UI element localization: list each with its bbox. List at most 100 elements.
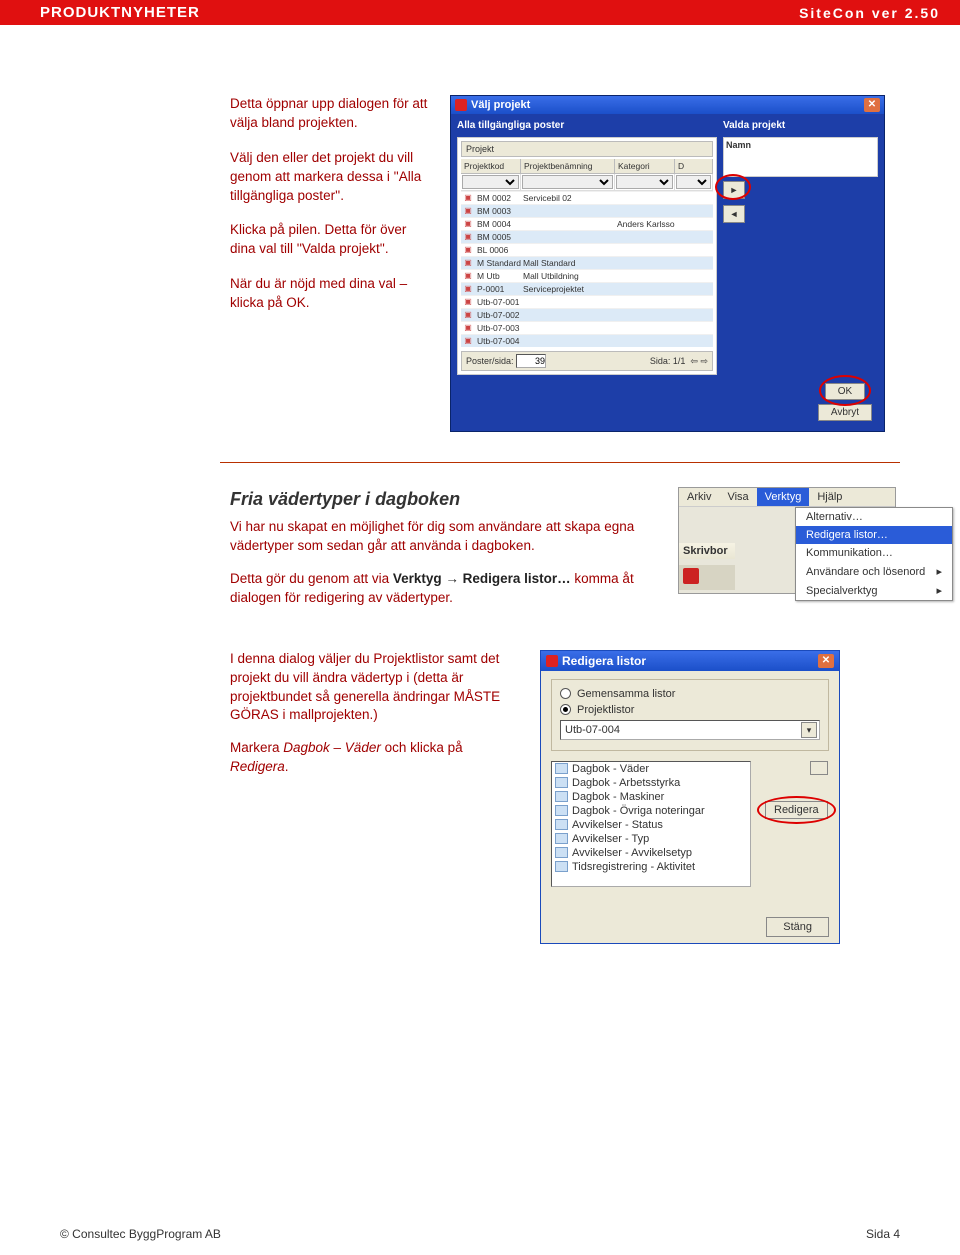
table-row[interactable]: ▣BM 0005 — [461, 230, 713, 243]
footer-right: Sida 4 — [866, 1227, 900, 1241]
dialog-titlebar: Redigera listor ✕ — [541, 651, 839, 671]
list-icon — [555, 791, 568, 802]
close-icon[interactable]: ✕ — [818, 654, 834, 668]
table-row[interactable]: ▣BM 0003 — [461, 204, 713, 217]
table-main-header: Projekt — [461, 141, 713, 157]
section1-text: Detta öppnar upp dialogen för att välja … — [230, 95, 430, 329]
close-icon[interactable]: ✕ — [864, 98, 880, 112]
list-item[interactable]: Dagbok - Övriga noteringar — [552, 804, 750, 818]
table-column-headers: Projektkod Projektbenämning Kategori D — [461, 159, 713, 174]
col-d: D — [675, 159, 713, 173]
dialog-title: Redigera listor — [562, 654, 646, 668]
icon-button[interactable] — [810, 761, 828, 775]
list-item[interactable]: Avvikelser - Typ — [552, 832, 750, 846]
divider — [220, 462, 900, 463]
list-item[interactable]: Dagbok - Arbetsstyrka — [552, 776, 750, 790]
footer-left: © Consultec ByggProgram AB — [60, 1227, 221, 1241]
table-row[interactable]: ▣BM 0004Anders Karlsson — [461, 217, 713, 230]
list-icon — [555, 847, 568, 858]
page-value: 1/1 — [673, 356, 686, 366]
list-item[interactable]: Tidsregistrering - Aktivitet — [552, 860, 750, 874]
header-title-left: PRODUKTNYHETER — [40, 4, 200, 21]
header-title-right: SiteCon ver 2.50 — [799, 5, 940, 21]
posts-per-page-input[interactable] — [516, 354, 546, 368]
list-type-group: Gemensamma listor Projektlistor Utb-07-0… — [551, 679, 829, 751]
table-row[interactable]: ▣BM 0002Servicebil 02 — [461, 191, 713, 204]
posts-per-page-label: Poster/sida: — [466, 356, 514, 366]
list-icon — [555, 763, 568, 774]
list-item[interactable]: Dagbok - Maskiner — [552, 790, 750, 804]
section3-p1: I denna dialog väljer du Projektlistor s… — [230, 650, 510, 726]
section1-p2: Välj den eller det projekt du vill genom… — [230, 149, 430, 206]
section3-p2: Markera Dagbok – Väder och klicka på Red… — [230, 739, 510, 777]
move-left-button[interactable]: ◄ — [723, 205, 745, 223]
menu-hjalp[interactable]: Hjälp — [809, 488, 850, 506]
filter-d[interactable] — [676, 175, 711, 189]
section2-p1: Vi har nu skapat en möjlighet för dig so… — [230, 518, 660, 556]
radio-icon — [560, 688, 571, 699]
list-item[interactable]: Avvikelser - Avvikelsetyp — [552, 846, 750, 860]
section1-p1: Detta öppnar upp dialogen för att välja … — [230, 95, 430, 133]
list-item[interactable]: Avvikelser - Status — [552, 818, 750, 832]
col-projektkod: Projektkod — [461, 159, 521, 173]
menu-item-alternativ[interactable]: Alternativ… — [796, 508, 952, 526]
menu-arkiv[interactable]: Arkiv — [679, 488, 719, 506]
app-icon — [455, 99, 467, 111]
filter-ben[interactable] — [522, 175, 613, 189]
window-title: Välj projekt — [471, 99, 530, 111]
app-icon — [546, 655, 558, 667]
table-row[interactable]: ▣P-0001Serviceprojektet — [461, 282, 713, 295]
table-row[interactable]: ▣BL 0006 — [461, 243, 713, 256]
radio-common[interactable]: Gemensamma listor — [560, 688, 820, 700]
ok-button-wrapper: OK — [825, 381, 865, 400]
header-bar: PRODUKTNYHETER SiteCon ver 2.50 — [0, 0, 960, 25]
cancel-button[interactable]: Avbryt — [818, 404, 872, 421]
table-row[interactable]: ▣Utb-07-003 — [461, 321, 713, 334]
project-combo[interactable]: Utb-07-004 ▾ — [560, 720, 820, 740]
table-row[interactable]: ▣M StandardMall Standard — [461, 256, 713, 269]
available-projects-panel: Projekt Projektkod Projektbenämning Kate… — [457, 137, 717, 375]
list-icon — [555, 861, 568, 872]
col-kategori: Kategori — [615, 159, 675, 173]
arrow-right-wrapper: ► — [723, 179, 878, 201]
page-label: Sida: — [650, 356, 671, 366]
combo-value: Utb-07-004 — [565, 724, 620, 736]
window-titlebar: Välj projekt ✕ — [451, 96, 884, 114]
filter-kat[interactable] — [616, 175, 673, 189]
table-row[interactable]: ▣M UtbMall Utbildning — [461, 269, 713, 282]
available-label: Alla tillgängliga poster — [457, 120, 717, 131]
menu-item-kommunikation[interactable]: Kommunikation… — [796, 544, 952, 562]
menu-item-specialverktyg[interactable]: Specialverktyg▸ — [796, 581, 952, 600]
chevron-right-icon: ▸ — [936, 565, 942, 578]
filter-kod[interactable] — [462, 175, 519, 189]
paging-bar: Poster/sida: Sida: 1/1 ⇦ ⇨ — [461, 351, 713, 371]
list-icon — [555, 777, 568, 788]
close-button[interactable]: Stäng — [766, 917, 829, 937]
filter-row — [461, 174, 713, 191]
select-project-window: Välj projekt ✕ Alla tillgängliga poster … — [450, 95, 885, 432]
radio-icon-checked — [560, 704, 571, 715]
highlight-ellipse-edit — [757, 796, 836, 824]
radio-project[interactable]: Projektlistor — [560, 704, 820, 716]
redigera-listor-dialog: Redigera listor ✕ Gemensamma listor Proj… — [540, 650, 840, 944]
menu-verktyg[interactable]: Verktyg — [757, 488, 810, 506]
table-row[interactable]: ▣Utb-07-004 — [461, 334, 713, 347]
app-icon-small — [683, 568, 699, 584]
list-icon — [555, 805, 568, 816]
highlight-ellipse-arrow — [715, 174, 751, 200]
lists-listbox[interactable]: Dagbok - VäderDagbok - ArbetsstyrkaDagbo… — [551, 761, 751, 887]
highlight-ellipse-ok — [819, 375, 871, 406]
menu-visa[interactable]: Visa — [719, 488, 756, 506]
toolbar-label: Skrivbor — [683, 545, 728, 557]
menu-item-redigera-listor[interactable]: Redigera listor… — [796, 526, 952, 544]
edit-button-wrapper: Redigera — [765, 801, 828, 819]
list-icon — [555, 819, 568, 830]
table-row[interactable]: ▣Utb-07-001 — [461, 295, 713, 308]
section1-p3: Klicka på pilen. Detta för över dina val… — [230, 221, 430, 259]
data-rows: ▣BM 0002Servicebil 02▣BM 0003▣BM 0004And… — [461, 191, 713, 347]
table-row[interactable]: ▣Utb-07-002 — [461, 308, 713, 321]
list-icon — [555, 833, 568, 844]
section2-p2: Detta gör du genom att via Verktyg → Red… — [230, 570, 660, 608]
menu-item-anvandare[interactable]: Användare och lösenord▸ — [796, 562, 952, 581]
list-item[interactable]: Dagbok - Väder — [552, 762, 750, 776]
